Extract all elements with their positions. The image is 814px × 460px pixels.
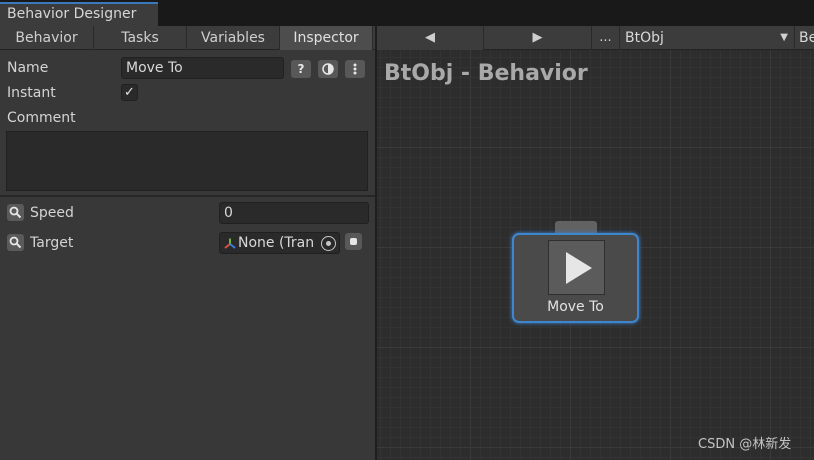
half-circle-icon <box>322 63 334 75</box>
object-picker-icon[interactable] <box>321 236 336 251</box>
comment-label: Comment <box>7 110 76 126</box>
graph-title: BtObj - Behavior <box>384 61 588 86</box>
behavior-graph-canvas[interactable]: BtObj - Behavior Move To CSDN @林新发 <box>377 50 814 460</box>
next-behavior-button[interactable]: ▶ <box>484 26 592 50</box>
node-icon-frame <box>548 240 605 295</box>
target-label: Target <box>30 235 74 251</box>
watermark: CSDN @林新发 <box>698 437 792 452</box>
speed-label: Speed <box>30 205 74 221</box>
speed-input[interactable]: 0 <box>219 202 369 224</box>
magnifier-icon <box>9 236 22 249</box>
speed-variable-toggle-button[interactable] <box>7 204 24 221</box>
tab-behavior[interactable]: Behavior <box>0 26 94 50</box>
magnifier-icon <box>9 206 22 219</box>
more-options-button[interactable]: ... <box>592 26 620 50</box>
dropdown-caret-icon: ▼ <box>780 32 788 43</box>
previous-behavior-button[interactable]: ◀ <box>375 26 484 50</box>
tab-inspector[interactable]: Inspector <box>280 26 373 50</box>
breakpoint-toggle-button[interactable] <box>318 60 338 78</box>
target-object-value: None (Tran <box>238 235 315 251</box>
target-options-button[interactable] <box>345 233 362 250</box>
target-variable-toggle-button[interactable] <box>7 234 24 251</box>
object-selector-value: BtObj <box>625 30 664 46</box>
task-node-move-to[interactable]: Move To <box>512 233 639 323</box>
play-icon <box>566 252 592 284</box>
target-object-field[interactable]: None (Tran <box>219 232 340 254</box>
transform-axis-icon <box>224 238 236 249</box>
name-label: Name <box>7 60 49 76</box>
comment-textarea[interactable] <box>6 131 368 191</box>
kebab-menu-icon <box>353 63 357 75</box>
object-selector-dropdown[interactable]: BtObj ▼ <box>620 26 795 50</box>
tab-tasks[interactable]: Tasks <box>94 26 187 50</box>
checkmark-icon: ✓ <box>124 85 135 100</box>
window-tab-behavior-designer[interactable]: Behavior Designer <box>0 2 158 26</box>
toolbar: Behavior Tasks Variables Inspector ◀ ▶ .… <box>0 26 814 50</box>
arrow-left-icon: ◀ <box>425 30 435 45</box>
window-tab-bar: Behavior Designer <box>0 0 814 26</box>
instant-checkbox[interactable]: ✓ <box>121 84 138 101</box>
instant-label: Instant <box>7 85 56 101</box>
behavior-selector-dropdown[interactable]: Be <box>795 26 814 50</box>
name-input[interactable]: Move To <box>121 57 284 79</box>
section-divider <box>0 195 375 197</box>
help-button[interactable]: ? <box>291 60 311 78</box>
node-label: Move To <box>547 299 604 315</box>
task-menu-button[interactable] <box>345 60 365 78</box>
help-icon: ? <box>297 62 305 76</box>
arrow-right-icon: ▶ <box>532 30 543 45</box>
tab-variables[interactable]: Variables <box>187 26 280 50</box>
